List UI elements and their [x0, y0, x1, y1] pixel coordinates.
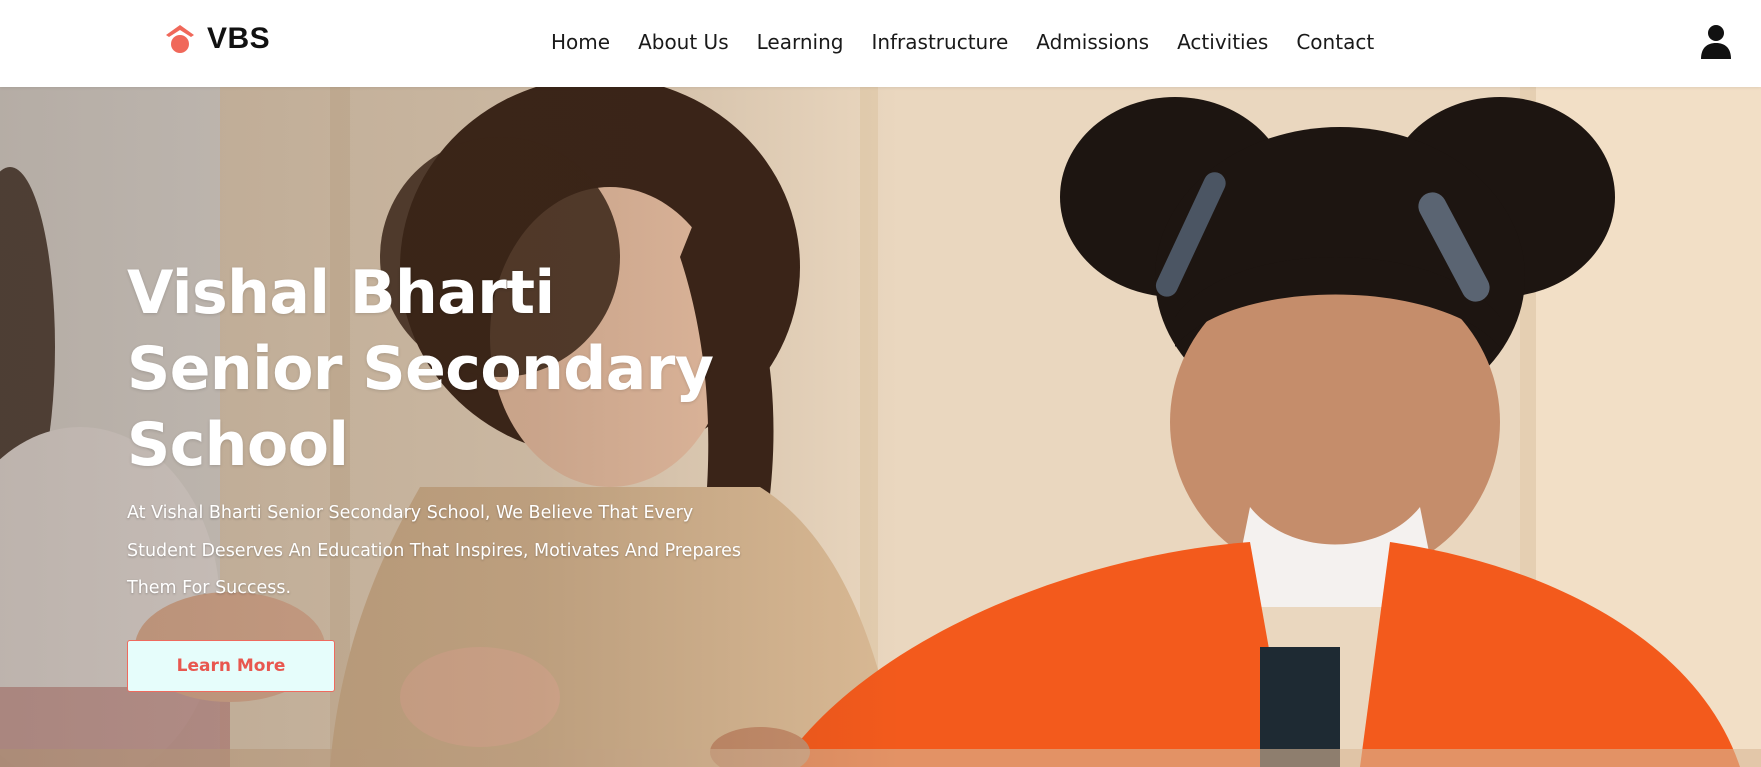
main-nav: Home About Us Learning Infrastructure Ad…: [551, 27, 1402, 57]
hero-section: Vishal Bharti Senior Secondary School At…: [0, 87, 1761, 767]
brand-logo[interactable]: VBS: [163, 22, 270, 56]
nav-admissions[interactable]: Admissions: [1036, 27, 1149, 57]
nav-about-us[interactable]: About Us: [638, 27, 729, 57]
hero-description: At Vishal Bharti Senior Secondary School…: [127, 503, 741, 598]
user-icon[interactable]: [1700, 24, 1732, 60]
hero-content: Vishal Bharti Senior Secondary School At…: [127, 255, 767, 692]
graduation-cap-icon: [166, 25, 194, 53]
brand-name: VBS: [207, 22, 271, 55]
learn-more-button[interactable]: Learn More: [127, 640, 335, 692]
nav-learning[interactable]: Learning: [757, 27, 844, 57]
hero-title: Vishal Bharti Senior Secondary School: [127, 258, 714, 480]
top-navbar: VBS Home About Us Learning Infrastructur…: [0, 0, 1761, 87]
nav-home[interactable]: Home: [551, 27, 610, 57]
nav-infrastructure[interactable]: Infrastructure: [871, 27, 1008, 57]
nav-activities[interactable]: Activities: [1177, 27, 1268, 57]
nav-contact[interactable]: Contact: [1296, 27, 1374, 57]
